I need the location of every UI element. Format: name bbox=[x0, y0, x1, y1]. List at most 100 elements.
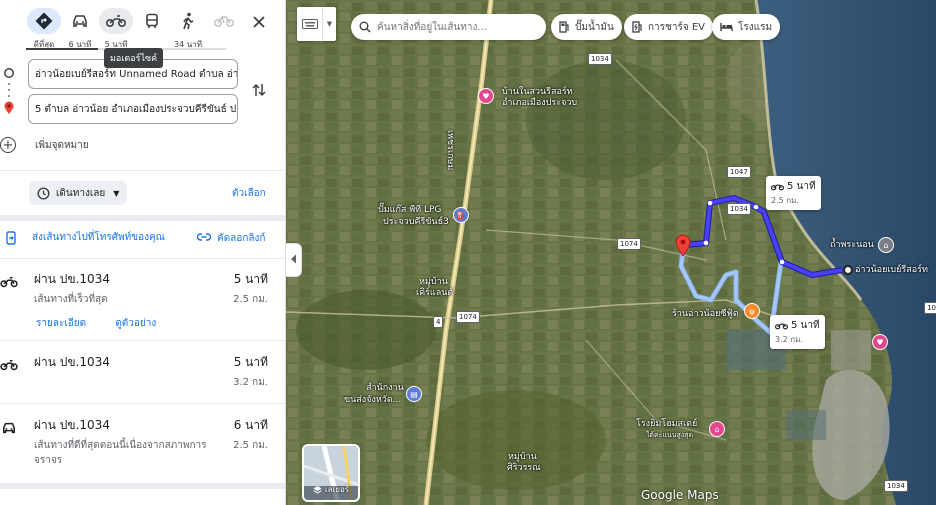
route-shield: 4 bbox=[433, 316, 444, 328]
link-icon bbox=[196, 233, 212, 244]
send-to-phone-label: ส่งเส้นทางไปที่โทรศัพท์ของคุณ bbox=[32, 232, 165, 243]
map-label: ร้านอ่าวน้อยซีฟู้ด bbox=[672, 309, 739, 319]
mode-best[interactable]: ดีที่สุด bbox=[26, 8, 62, 52]
chip-gas[interactable]: ปั๊มน้ำมัน bbox=[551, 14, 622, 40]
motorcycle-icon bbox=[99, 8, 133, 34]
route-shield: 1034 bbox=[884, 480, 908, 492]
map-label: บ้านในสวนรีสอร์ท bbox=[502, 87, 573, 97]
route-name: ผ่าน ปข.1034 bbox=[34, 272, 110, 286]
section-divider bbox=[0, 215, 285, 221]
route-shield: 1047 bbox=[727, 166, 751, 178]
route-shield: 1034 bbox=[727, 203, 751, 215]
layers-label-row: เลเยอร์ bbox=[304, 483, 358, 496]
mode-walk[interactable]: 34 นาที bbox=[170, 8, 206, 52]
search-icon bbox=[359, 21, 371, 33]
collapse-panel-button[interactable] bbox=[286, 243, 302, 277]
route-duration: 6 นาที bbox=[233, 418, 268, 432]
google-maps-logo: Google Maps bbox=[641, 488, 719, 502]
details-link[interactable]: รายละเอียด bbox=[36, 318, 86, 329]
route-links: รายละเอียด ดูตัวอย่าง bbox=[36, 316, 182, 331]
route-duration: 5 นาที bbox=[233, 355, 268, 369]
callout-distance: 3.2 กม. bbox=[775, 335, 803, 344]
divider bbox=[0, 258, 285, 259]
mode-car[interactable]: 6 นาที bbox=[62, 8, 98, 52]
caret-down-icon: ▼ bbox=[326, 20, 333, 28]
options-link[interactable]: ตัวเลือก bbox=[232, 186, 266, 201]
mode-transit[interactable] bbox=[134, 8, 170, 52]
government-icon[interactable]: ▤ bbox=[406, 386, 422, 402]
route-distance: 3.2 กม. bbox=[233, 377, 268, 388]
motorcycle-icon bbox=[775, 323, 788, 330]
clock-icon bbox=[37, 186, 50, 200]
chip-label: โรงแรม bbox=[738, 21, 773, 33]
callout-distance: 2.5 กม. bbox=[771, 196, 799, 205]
route-callout-alt[interactable]: 5 นาที 3.2 กม. bbox=[770, 315, 825, 349]
directions-panel: ดีที่สุด 6 นาที 5 นาที 34 นาที มอเตอร์ไซ… bbox=[0, 0, 286, 505]
route-shield: 1034 bbox=[924, 302, 936, 314]
car-icon bbox=[63, 8, 97, 34]
chip-hotels[interactable]: โรงแรม bbox=[712, 14, 781, 40]
mode-bicycle[interactable] bbox=[206, 8, 242, 52]
gas-pump-icon bbox=[559, 21, 570, 33]
travel-mode-bar: ดีที่สุด 6 นาที 5 นาที 34 นาที bbox=[26, 8, 266, 52]
leave-now-dropdown[interactable]: เดินทางเลย ▼ bbox=[29, 181, 128, 205]
destination-pin-icon bbox=[3, 101, 15, 114]
map-label: หมู่บ้าน bbox=[419, 277, 448, 287]
route-distance: 2.5 กม. bbox=[233, 440, 268, 451]
caret-down-icon: ▼ bbox=[113, 188, 120, 198]
swap-button[interactable] bbox=[250, 82, 268, 100]
resort-pin-icon[interactable]: ♥ bbox=[478, 88, 494, 104]
map-label: หมู่บ้าน bbox=[508, 452, 537, 462]
chip-ev-charging[interactable]: การชาร์จ EV bbox=[624, 14, 714, 40]
hotel-pin-icon[interactable]: ⌂ bbox=[709, 421, 725, 437]
map-label: ถ้ำพระนอน bbox=[830, 240, 874, 250]
route-shield: 1034 bbox=[588, 53, 612, 65]
route-name: ผ่าน ปข.1034 bbox=[34, 418, 110, 432]
gas-station-icon[interactable]: ⛽ bbox=[453, 207, 469, 223]
add-icon: + bbox=[0, 137, 16, 153]
map-label: ศิริวรรณ bbox=[507, 463, 541, 473]
bicycle-icon bbox=[207, 8, 241, 34]
divider bbox=[0, 340, 285, 341]
map-label: สำนักงาน bbox=[366, 383, 404, 393]
ev-charging-icon bbox=[632, 21, 643, 33]
directions-icon bbox=[27, 8, 61, 34]
destination-field[interactable]: 5 ตำบล อ่าวน้อย อำเภอเมืองประจวบคีรีขันธ… bbox=[28, 94, 238, 124]
layers-label: เลเยอร์ bbox=[324, 485, 350, 494]
add-destination-label: เพิ่มจุดหมาย bbox=[35, 139, 89, 151]
map-label: ปั๊มแก๊ส พีที LPG bbox=[378, 205, 442, 215]
map-label: โรงยิมโฮมสเตย์ bbox=[636, 419, 698, 429]
chevron-left-icon bbox=[290, 254, 297, 267]
close-button[interactable] bbox=[248, 12, 270, 34]
route-option-3[interactable]: ผ่าน ปข.1034 เส้นทางที่ดีที่สุดตอนนี้เนื… bbox=[0, 416, 285, 478]
copy-link-label: คัดลอกลิงก์ bbox=[217, 233, 266, 244]
phone-send-icon bbox=[4, 230, 18, 245]
satellite-imagery bbox=[286, 0, 936, 505]
layers-icon bbox=[313, 486, 322, 494]
route-callout-primary[interactable]: 5 นาที 2.5 กม. bbox=[766, 176, 821, 210]
add-destination-button[interactable]: + เพิ่มจุดหมาย bbox=[0, 136, 89, 154]
route-description: เส้นทางที่ดีที่สุดตอนนี้เนื่องจากสภาพการ… bbox=[34, 440, 207, 466]
car-icon bbox=[0, 420, 18, 436]
mode-motorcycle[interactable]: 5 นาที bbox=[98, 8, 134, 52]
walk-icon bbox=[171, 8, 205, 34]
divider bbox=[0, 170, 285, 171]
route-option-2[interactable]: ผ่าน ปข.1034 5 นาที 3.2 กม. bbox=[0, 353, 285, 403]
route-description: เส้นทางที่เร็วที่สุด bbox=[34, 294, 108, 305]
route-search-input[interactable]: ค้นหาสิ่งที่อยู่ในเส้นทาง... bbox=[351, 14, 546, 40]
landmark-icon[interactable]: ⌂ bbox=[878, 237, 894, 253]
layers-button[interactable]: เลเยอร์ bbox=[302, 444, 360, 502]
copy-link-button[interactable]: คัดลอกลิงก์ bbox=[196, 231, 266, 246]
map-label: ประจวบคีรีขันธ์3 bbox=[383, 217, 449, 227]
attraction-pin-icon[interactable]: ♥ bbox=[872, 334, 888, 350]
restaurant-icon[interactable]: ψ bbox=[744, 303, 760, 319]
mode-tooltip: มอเตอร์ไซค์ bbox=[104, 48, 164, 68]
send-to-phone-link[interactable]: ส่งเส้นทางไปที่โทรศัพท์ของคุณ bbox=[4, 230, 165, 245]
route-name: ผ่าน ปข.1034 bbox=[34, 355, 110, 369]
map-canvas[interactable]: บ้านในสวนรีสอร์ท อำเภอเมืองประจวบ ♥ ปั๊ม… bbox=[286, 0, 936, 505]
preview-link[interactable]: ดูตัวอย่าง bbox=[115, 318, 156, 329]
motorcycle-icon bbox=[0, 274, 18, 290]
route-option-1[interactable]: ผ่าน ปข.1034 เส้นทางที่เร็วที่สุด 5 นาที… bbox=[0, 270, 285, 340]
map-menu-button[interactable]: ▼ bbox=[297, 7, 336, 41]
transit-icon bbox=[135, 8, 169, 34]
